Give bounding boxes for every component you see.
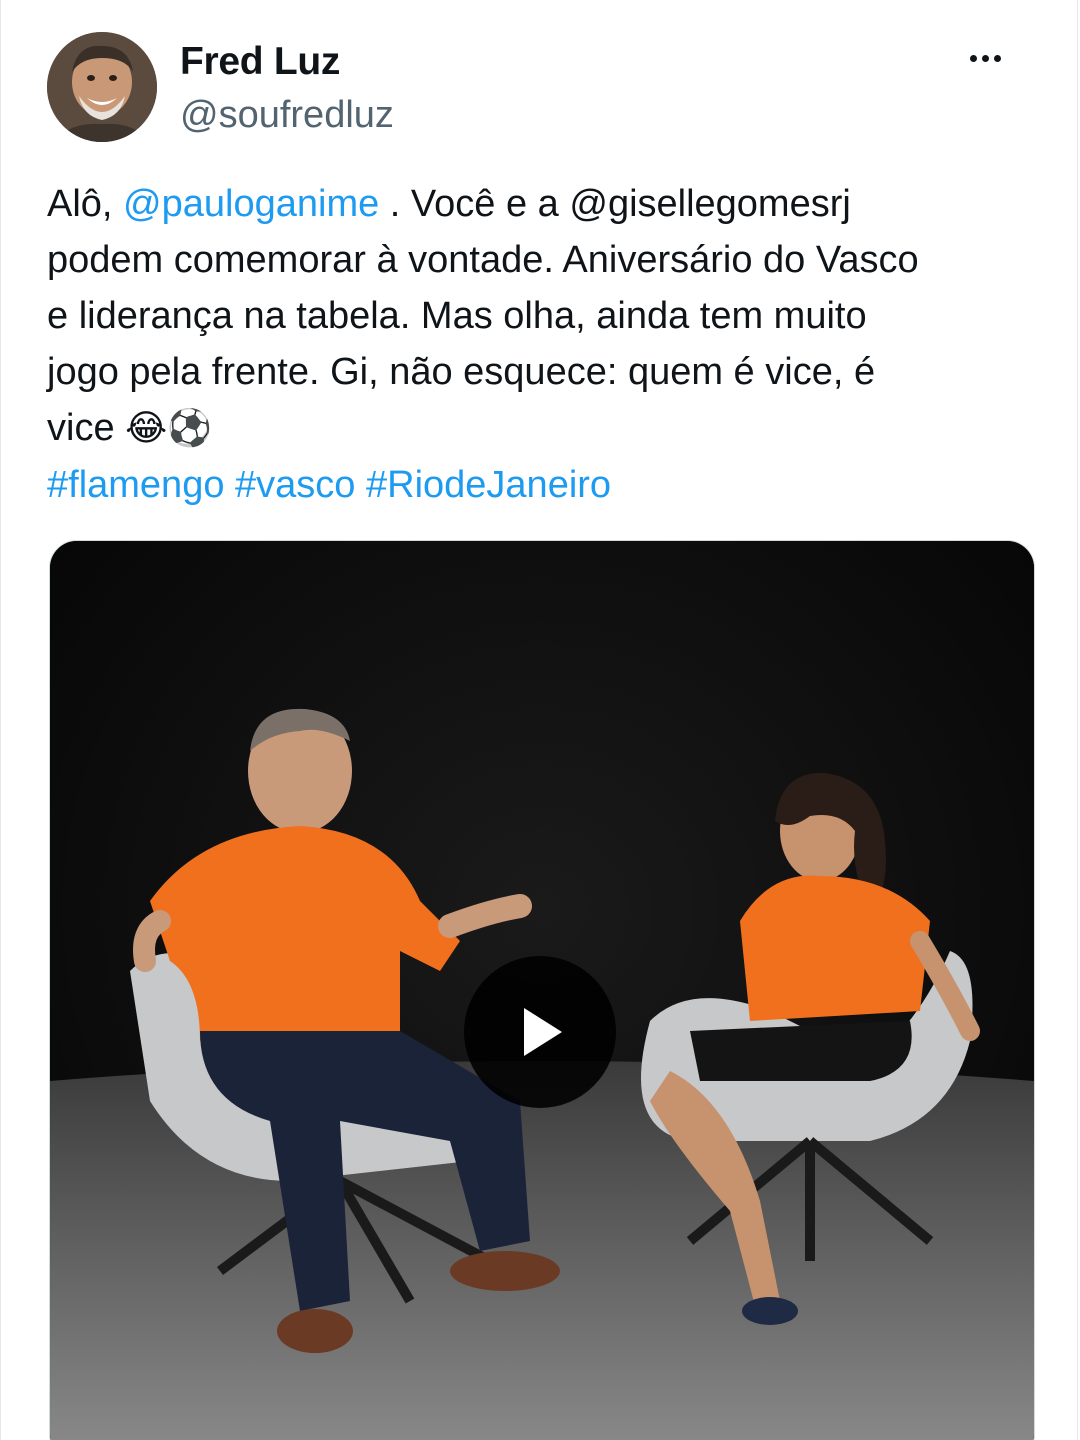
- tweet-card: Fred Luz @soufredluz Alô, @pauloganime .…: [0, 0, 1078, 1440]
- hashtag-link[interactable]: #flamengo: [47, 464, 224, 506]
- play-button[interactable]: [464, 956, 616, 1108]
- more-options-icon: [969, 54, 977, 62]
- hashtag-link[interactable]: #vasco: [235, 464, 355, 506]
- play-icon: [524, 1008, 562, 1056]
- more-options-button[interactable]: [955, 38, 1015, 78]
- hashtags: #flamengo #vasco #RiodeJaneiro: [47, 457, 1037, 513]
- more-options-icon-dot: [981, 54, 989, 62]
- tweet-text: Alô, @pauloganime . Você e a @gisellegom…: [47, 176, 1037, 513]
- tweet-header: Fred Luz @soufredluz: [47, 32, 1037, 146]
- tweet-line-5: vice 😂⚽: [47, 400, 1037, 457]
- tweet-line-1: Alô, @pauloganime . Você e a @gisellegom…: [47, 176, 1037, 232]
- tweet-text-segment: . Você e a @gisellegomesrj: [379, 183, 851, 225]
- mention-link[interactable]: @pauloganime: [123, 183, 379, 225]
- more-options-icon-dot: [993, 54, 1001, 62]
- display-name[interactable]: Fred Luz: [180, 40, 340, 84]
- user-handle[interactable]: @soufredluz: [180, 94, 394, 137]
- video-player[interactable]: [49, 540, 1035, 1440]
- tweet-text-segment: Alô,: [47, 183, 124, 225]
- tweet-line-3: e liderança na tabela. Mas olha, ainda t…: [47, 295, 867, 337]
- laughing-emoji-icon: 😂: [125, 408, 168, 449]
- avatar[interactable]: [47, 32, 157, 142]
- hashtag-link[interactable]: #RiodeJaneiro: [366, 464, 611, 506]
- tweet-line-4: jogo pela frente. Gi, não esquece: quem …: [47, 351, 876, 393]
- tweet-line-2: podem comemorar à vontade. Aniversário d…: [47, 239, 919, 281]
- tweet-text-segment: vice: [47, 407, 115, 449]
- soccer-ball-emoji-icon: ⚽: [167, 408, 213, 449]
